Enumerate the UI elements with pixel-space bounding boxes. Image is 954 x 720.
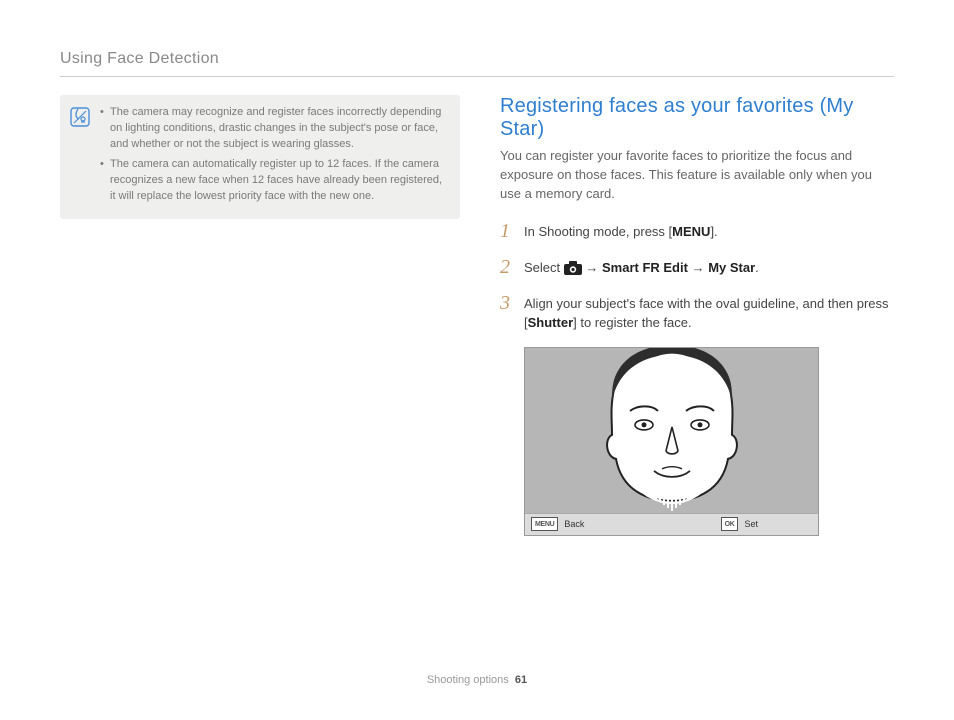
menu-button-tag: MENU [531,517,558,531]
step-text: In Shooting mode, press [ [524,224,672,239]
step-number: 2 [500,256,514,278]
arrow-icon: → [582,260,602,275]
camera-icon [564,261,582,275]
set-label: Set [744,519,758,529]
header-rule [60,76,894,77]
header-title: Using Face Detection [60,50,894,68]
page-number: 61 [515,674,527,686]
my-star-label: My Star [708,260,755,275]
step-text: Select [524,260,564,275]
back-label: Back [564,519,584,529]
note-item: The camera may recognize and register fa… [100,105,446,153]
step-3: 3 Align your subject's face with the ova… [500,292,894,333]
menu-label: MENU [672,224,710,239]
smart-fr-label: Smart FR Edit [602,260,688,275]
footer-section: Shooting options [427,674,509,686]
note-item: The camera can automatically register up… [100,157,446,205]
section-intro: You can register your favorite faces to … [500,147,894,204]
step-1: 1 In Shooting mode, press [MENU]. [500,220,894,242]
note-icon [70,107,90,127]
right-column: Registering faces as your favorites (My … [500,95,894,536]
left-column: The camera may recognize and register fa… [60,95,460,536]
content-columns: The camera may recognize and register fa… [60,95,894,536]
step-text: ] to register the face. [573,315,692,330]
page-header: Using Face Detection [60,50,894,77]
shutter-label: Shutter [528,315,574,330]
lcd-viewport [525,348,818,513]
arrow-icon: → [688,260,708,275]
step-text: ]. [710,224,717,239]
lcd-button-bar: MENU Back OK Set [525,513,818,535]
step-body: Select → Smart FR Edit → My Star. [524,256,759,278]
section-title: Registering faces as your favorites (My … [500,95,894,141]
note-list: The camera may recognize and register fa… [100,105,446,209]
step-text: . [755,260,759,275]
page-footer: Shooting options 61 [0,674,954,686]
alignment-ticks [655,493,689,513]
note-box: The camera may recognize and register fa… [60,95,460,219]
step-number: 3 [500,292,514,314]
step-body: In Shooting mode, press [MENU]. [524,220,718,242]
manual-page: Using Face Detection The camera may reco… [0,0,954,720]
camera-lcd-illustration: MENU Back OK Set [524,347,819,536]
face-illustration [582,348,762,506]
step-body: Align your subject's face with the oval … [524,292,894,333]
step-number: 1 [500,220,514,242]
ok-button-tag: OK [721,517,739,531]
step-2: 2 Select → Smart FR Edit → My Star. [500,256,894,278]
